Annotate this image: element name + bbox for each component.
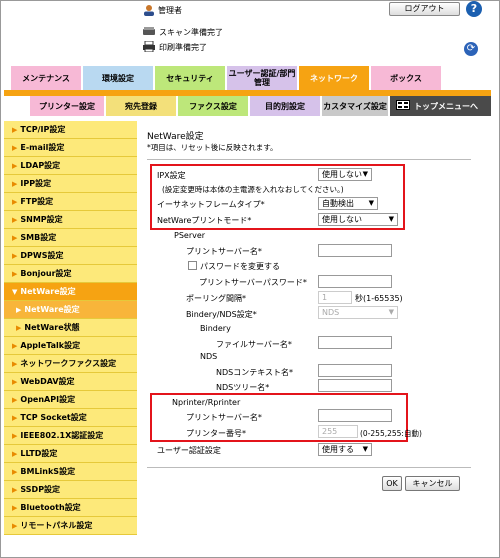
sidebar: ▶ TCP/IP設定 ▶ E-mail設定 ▶ LDAP設定 ▶ IPP設定 ▶ FTP設… <box>4 121 137 546</box>
sidebar-item-ipp[interactable]: ▶ IPP設定 <box>4 175 137 193</box>
sidebar-item-bonjour[interactable]: ▶ Bonjour設定 <box>4 265 137 283</box>
scan-status-text: スキャン準備完了 <box>159 27 223 37</box>
printer-number-label: プリンター番号* <box>186 429 246 438</box>
print-status: 印刷準備完了 <box>143 40 207 54</box>
print-status-text: 印刷準備完了 <box>159 43 207 52</box>
change-password-checkbox[interactable] <box>188 261 197 270</box>
divider-top <box>147 159 471 160</box>
sidebar-item-webdav[interactable]: ▶ WebDAV設定 <box>4 373 137 391</box>
sidebar-item-netware-settings[interactable]: ▶ NetWare設定 <box>4 301 137 319</box>
sidebar-item-remote-panel[interactable]: ▶ リモートパネル設定 <box>4 517 137 535</box>
sidebar-item-tcpip[interactable]: ▶ TCP/IP設定 <box>4 121 137 139</box>
scan-status: スキャン準備完了 <box>143 26 223 38</box>
sidebar-item-bmlinks[interactable]: ▶ BMLinkS設定 <box>4 463 137 481</box>
polling-unit: 秒(1-65535) <box>355 294 403 303</box>
nprinter-server-label: プリントサーバー名* <box>186 413 262 422</box>
tab-fax-settings[interactable]: ファクス設定 <box>178 96 248 116</box>
ok-button[interactable]: OK <box>382 476 402 491</box>
ipx-note: (設定変更時は本体の主電源を入れなおしてください。) <box>162 185 344 194</box>
scanner-icon <box>143 26 155 38</box>
tab-address-book[interactable]: 宛先登録 <box>106 96 176 116</box>
help-icon[interactable]: ? <box>466 1 482 17</box>
sidebar-item-ieee8021x[interactable]: ▶ IEEE802.1X認証設定 <box>4 427 137 445</box>
sidebar-item-ldap[interactable]: ▶ LDAP設定 <box>4 157 137 175</box>
page-note: *項目は、リセット後に反映されます。 <box>147 143 278 152</box>
tab-printer-settings[interactable]: プリンター設定 <box>30 96 104 116</box>
printer-number-input[interactable]: 255 <box>318 425 358 438</box>
tab-security[interactable]: セキュリティ <box>155 66 225 90</box>
nds-context-label: NDSコンテキスト名* <box>216 368 293 377</box>
print-server-password-label: プリントサーバーパスワード* <box>199 278 307 287</box>
sidebar-item-tcp-socket[interactable]: ▶ TCP Socket設定 <box>4 409 137 427</box>
user-auth-select[interactable]: 使用する ▼ <box>318 443 372 456</box>
sidebar-item-lltd[interactable]: ▶ LLTD設定 <box>4 445 137 463</box>
tab-top-menu[interactable]: トップメニューへ <box>390 96 491 116</box>
tab-network[interactable]: ネットワーク <box>299 66 369 90</box>
file-server-input[interactable] <box>318 336 392 349</box>
bindery-label: Bindery <box>200 324 231 333</box>
tab-environment[interactable]: 環境設定 <box>83 66 153 90</box>
print-server-name-label: プリントサーバー名* <box>186 247 262 256</box>
printer-icon <box>143 40 155 54</box>
printer-number-range: (0-255,255:自動) <box>360 429 422 438</box>
sidebar-item-ssdp[interactable]: ▶ SSDP設定 <box>4 481 137 499</box>
sidebar-item-netware[interactable]: ▼ NetWare設定 <box>4 283 137 301</box>
frame-type-select[interactable]: 自動検出 ▼ <box>318 197 378 210</box>
sidebar-item-email[interactable]: ▶ E-mail設定 <box>4 139 137 157</box>
tab-user-auth[interactable]: ユーザー認証/部門管理 <box>227 66 297 90</box>
change-password-label: パスワードを変更する <box>200 262 280 271</box>
print-mode-select[interactable]: 使用しない ▼ <box>318 213 398 226</box>
print-mode-label: NetWareプリントモード* <box>157 216 252 225</box>
polling-input[interactable]: 1 <box>318 291 352 304</box>
tab-maintenance[interactable]: メンテナンス <box>11 66 81 90</box>
page-title: NetWare設定 <box>147 132 204 142</box>
print-server-password-input[interactable] <box>318 275 392 288</box>
sidebar-item-smb[interactable]: ▶ SMB設定 <box>4 229 137 247</box>
tab-customize-settings[interactable]: カスタマイズ設定 <box>322 96 388 116</box>
user-label: 管理者 <box>158 6 182 15</box>
sidebar-item-snmp[interactable]: ▶ SNMP設定 <box>4 211 137 229</box>
tab-purpose-settings[interactable]: 目的別設定 <box>250 96 320 116</box>
nds-label: NDS <box>200 352 218 361</box>
sidebar-item-bluetooth[interactable]: ▶ Bluetooth設定 <box>4 499 137 517</box>
sidebar-item-dpws[interactable]: ▶ DPWS設定 <box>4 247 137 265</box>
sidebar-item-ftp[interactable]: ▶ FTP設定 <box>4 193 137 211</box>
cancel-button[interactable]: キャンセル <box>405 476 460 491</box>
nprinter-label: Nprinter/Rprinter <box>172 398 241 407</box>
sidebar-item-network-fax[interactable]: ▶ ネットワークファクス設定 <box>4 355 137 373</box>
sidebar-item-openapi[interactable]: ▶ OpenAPI設定 <box>4 391 137 409</box>
top-menu-icon <box>396 100 410 112</box>
user-auth-label: ユーザー認証設定 <box>157 446 221 455</box>
nds-tree-label: NDSツリー名* <box>216 383 270 392</box>
bindery-nds-label: Bindery/NDS設定* <box>186 310 257 319</box>
top-menu-label: トップメニューへ <box>414 101 478 111</box>
divider-bottom <box>147 467 471 468</box>
nds-tree-input[interactable] <box>318 379 392 392</box>
refresh-icon[interactable]: ⟳ <box>464 42 478 56</box>
bindery-nds-select[interactable]: NDS ▼ <box>318 306 398 319</box>
file-server-label: ファイルサーバー名* <box>216 340 292 349</box>
user-icon <box>143 4 155 16</box>
logout-button[interactable]: ログアウト <box>389 2 460 16</box>
polling-label: ポーリング間隔* <box>186 294 246 303</box>
nprinter-server-input[interactable] <box>318 409 392 422</box>
sidebar-item-appletalk[interactable]: ▶ AppleTalk設定 <box>4 337 137 355</box>
ipx-label: IPX設定 <box>157 171 186 180</box>
pserver-label: PServer <box>174 231 206 240</box>
ipx-select[interactable]: 使用しない ▼ <box>318 168 372 181</box>
print-server-name-input[interactable] <box>318 244 392 257</box>
tab-box[interactable]: ボックス <box>371 66 441 90</box>
sidebar-item-netware-status[interactable]: ▶ NetWare状態 <box>4 319 137 337</box>
frame-type-label: イーサネットフレームタイプ* <box>157 200 265 209</box>
nds-context-input[interactable] <box>318 364 392 377</box>
